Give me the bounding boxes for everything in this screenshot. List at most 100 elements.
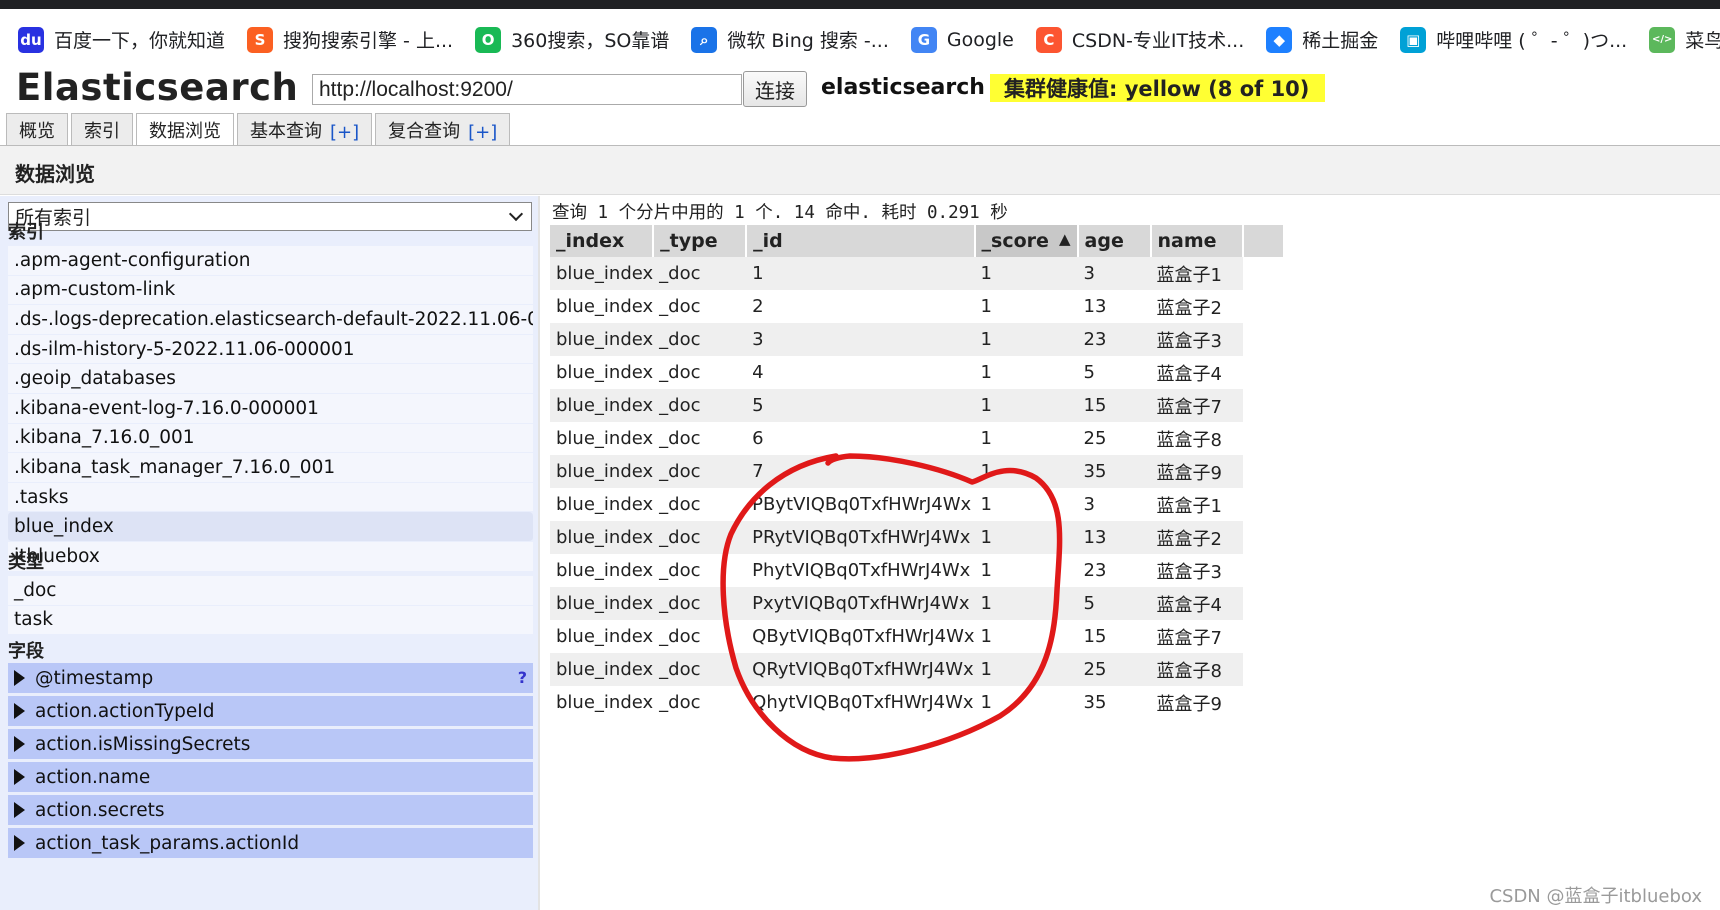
index-item[interactable]: blue_index: [8, 512, 533, 542]
table-row[interactable]: blue_index _doc QRytVIQBq0TxfHWrJ4Wx 1 25 蓝盒子…: [550, 653, 1284, 686]
table-row[interactable]: blue_index _doc 1 1 3 蓝盒子1: [550, 257, 1284, 290]
table-row[interactable]: blue_index _doc 4 1 5 蓝盒子4: [550, 356, 1284, 389]
column-header-id[interactable]: _id: [746, 225, 976, 257]
index-item[interactable]: .kibana_task_manager_7.16.0_001: [8, 453, 533, 483]
table-cell-type: _doc: [653, 290, 747, 323]
field-item[interactable]: action.secrets: [8, 795, 533, 825]
column-header-score[interactable]: _score ▲: [974, 225, 1079, 257]
bookmark-item[interactable]: O 360搜索，SO靠谱: [475, 20, 669, 60]
table-cell-id: 2: [746, 290, 975, 323]
field-item[interactable]: action.actionTypeId: [8, 696, 533, 726]
table-cell-index: blue_index: [550, 356, 654, 389]
table-cell-age: 3: [1077, 488, 1151, 521]
index-item[interactable]: .apm-custom-link: [8, 275, 533, 306]
app-title: Elasticsearch: [16, 66, 299, 109]
sogou-icon: S: [247, 26, 274, 53]
field-item[interactable]: action.isMissingSecrets: [8, 729, 533, 759]
expand-triangle-icon[interactable]: [14, 802, 25, 818]
sort-ascending-icon: ▲: [1058, 230, 1071, 248]
table-cell-age: 15: [1077, 389, 1151, 422]
column-header-label: _type: [660, 230, 718, 252]
type-item[interactable]: _doc: [8, 576, 533, 606]
table-cell-id: PRytVIQBq0TxfHWrJ4Wx: [746, 521, 975, 554]
table-cell-score: 1: [974, 356, 1078, 389]
table-row[interactable]: blue_index _doc 5 1 15 蓝盒子7: [550, 389, 1284, 422]
table-cell-type: _doc: [653, 686, 747, 719]
table-cell-type: _doc: [653, 257, 747, 290]
expand-triangle-icon[interactable]: [14, 769, 25, 785]
column-header-age[interactable]: age: [1077, 225, 1152, 257]
bookmark-item[interactable]: G Google: [910, 20, 1014, 60]
expand-triangle-icon[interactable]: [14, 703, 25, 719]
table-cell-age: 3: [1077, 257, 1151, 290]
cluster-health-badge: 集群健康值: yellow (8 of 10): [990, 74, 1326, 102]
table-row[interactable]: blue_index _doc PhytVIQBq0TxfHWrJ4Wx 1 23 蓝盒子…: [550, 554, 1284, 587]
index-item[interactable]: .ds-.logs-deprecation.elasticsearch-defa…: [8, 305, 533, 335]
tab-add-button[interactable]: [+]: [330, 122, 359, 143]
tab-1[interactable]: 索引: [71, 113, 133, 146]
field-label: action.secrets: [35, 799, 165, 821]
table-row[interactable]: blue_index _doc 7 1 35 蓝盒子9: [550, 455, 1284, 488]
bookmark-label: 稀土掘金: [1302, 30, 1379, 52]
bookmark-item[interactable]: du 百度一下，你就知道: [18, 20, 225, 60]
bookmark-item[interactable]: ◆ 稀土掘金: [1266, 20, 1378, 60]
index-item[interactable]: .kibana_7.16.0_001: [8, 423, 533, 454]
tab-3[interactable]: 基本查询 [+]: [237, 113, 373, 146]
tab-add-button[interactable]: [+]: [468, 122, 497, 143]
table-cell-type: _doc: [653, 521, 747, 554]
table-cell-id: 3: [746, 323, 975, 356]
table-cell-type: _doc: [653, 389, 747, 422]
index-item[interactable]: itbluebox: [8, 541, 533, 572]
field-item[interactable]: action.name: [8, 762, 533, 792]
table-cell-name: 蓝盒子8: [1150, 653, 1243, 686]
expand-triangle-icon[interactable]: [14, 736, 25, 752]
table-cell-id: PxytVIQBq0TxfHWrJ4Wx: [746, 587, 975, 620]
field-item[interactable]: @timestamp?: [8, 663, 533, 693]
bookmark-item[interactable]: S 搜狗搜索引擎 - 上...: [247, 20, 453, 60]
table-cell-type: _doc: [653, 455, 747, 488]
table-cell-score: 1: [974, 620, 1078, 653]
cluster-url-input[interactable]: [312, 74, 742, 105]
google-icon: G: [910, 26, 937, 53]
bookmark-item[interactable]: </> 菜鸟教程 - 学: [1649, 20, 1720, 60]
table-cell-index: blue_index: [550, 521, 654, 554]
bookmark-label: 搜狗搜索引擎 - 上...: [283, 30, 454, 52]
table-row[interactable]: blue_index _doc QBytVIQBq0TxfHWrJ4Wx 1 15 蓝盒子…: [550, 620, 1284, 653]
table-row[interactable]: blue_index _doc PBytVIQBq0TxfHWrJ4Wx 1 3 蓝盒子1: [550, 488, 1284, 521]
column-header-index[interactable]: _index: [550, 225, 655, 257]
tab-4[interactable]: 复合查询 [+]: [375, 113, 511, 146]
table-cell-index: blue_index: [550, 488, 654, 521]
tab-2[interactable]: 数据浏览: [136, 113, 234, 146]
bookmark-item[interactable]: ▣ 哔哩哔哩 ( ゜- ゜)つ...: [1400, 20, 1627, 60]
bookmark-item[interactable]: C CSDN-专业IT技术...: [1035, 20, 1244, 60]
table-row[interactable]: blue_index _doc 2 1 13 蓝盒子2: [550, 290, 1284, 323]
column-header-type[interactable]: _type: [653, 225, 748, 257]
table-row[interactable]: blue_index _doc 3 1 23 蓝盒子3: [550, 323, 1284, 356]
table-cell-id: 1: [746, 257, 975, 290]
expand-triangle-icon[interactable]: [14, 835, 25, 851]
column-header-name[interactable]: name: [1150, 225, 1244, 257]
table-row[interactable]: blue_index _doc PxytVIQBq0TxfHWrJ4Wx 1 5 蓝盒子4: [550, 587, 1284, 620]
index-item[interactable]: .tasks: [8, 482, 533, 513]
help-icon[interactable]: ?: [518, 668, 527, 687]
table-cell-age: 5: [1077, 587, 1151, 620]
table-cell-index: blue_index: [550, 290, 654, 323]
index-item[interactable]: .kibana-event-log-7.16.0-000001: [8, 393, 533, 424]
type-item[interactable]: task: [8, 605, 533, 636]
table-row[interactable]: blue_index _doc PRytVIQBq0TxfHWrJ4Wx 1 13 蓝盒子…: [550, 521, 1284, 554]
index-item[interactable]: .ds-ilm-history-5-2022.11.06-000001: [8, 334, 533, 365]
index-item[interactable]: .apm-agent-configuration: [8, 246, 533, 276]
tab-0[interactable]: 概览: [6, 113, 68, 146]
index-item[interactable]: .geoip_databases: [8, 364, 533, 394]
360-icon: O: [475, 26, 502, 53]
expand-triangle-icon[interactable]: [14, 670, 25, 686]
types-heading: 类型: [8, 552, 44, 573]
table-cell-type: _doc: [653, 554, 747, 587]
table-row[interactable]: blue_index _doc QhytVIQBq0TxfHWrJ4Wx 1 35 蓝盒子…: [550, 686, 1284, 719]
field-item[interactable]: action_task_params.actionId: [8, 828, 533, 858]
index-select[interactable]: 所有索引: [8, 202, 532, 231]
bookmark-item[interactable]: ⌕ 微软 Bing 搜索 -...: [691, 20, 889, 60]
table-row[interactable]: blue_index _doc 6 1 25 蓝盒子8: [550, 422, 1284, 455]
table-cell-type: _doc: [653, 653, 747, 686]
connect-button[interactable]: 连接: [743, 71, 807, 107]
